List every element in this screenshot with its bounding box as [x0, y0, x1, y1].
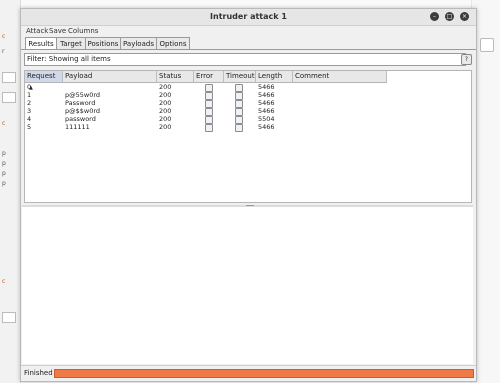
- background-mark: p: [2, 160, 6, 167]
- window-title: Intruder attack 1: [210, 12, 287, 21]
- payload-cell: [63, 83, 157, 91]
- length-cell: 5504: [258, 115, 275, 123]
- menu-bar: Attack Save Columns: [21, 26, 476, 36]
- length-cell: 5466: [258, 91, 275, 99]
- results-panel: Filter: Showing all items ? Request ▲ Pa…: [22, 50, 473, 205]
- comment-cell: [293, 83, 387, 91]
- menu-save[interactable]: Save: [49, 27, 66, 35]
- table-row[interactable]: 4 password 200 5504: [25, 115, 387, 124]
- column-header-timeout[interactable]: Timeout: [224, 71, 256, 82]
- column-header-comment[interactable]: Comment: [293, 71, 387, 82]
- background-button: [480, 38, 494, 52]
- request-response-pane: [22, 207, 473, 364]
- status-cell: 200: [159, 99, 172, 107]
- progress-fill: [55, 370, 473, 377]
- payload-cell: 111111: [65, 123, 90, 131]
- close-icon[interactable]: ×: [460, 12, 469, 21]
- length-cell: 5466: [258, 99, 275, 107]
- status-text: Finished: [24, 369, 53, 377]
- column-header-payload[interactable]: Payload: [63, 71, 157, 82]
- maximize-icon[interactable]: □: [445, 12, 454, 21]
- payload-cell: p@55w0rd: [65, 91, 101, 99]
- background-mark: p: [2, 170, 6, 177]
- background-mark: c: [2, 278, 6, 285]
- request-cell: 0: [27, 83, 32, 91]
- payload-cell: Password: [65, 99, 96, 107]
- payload-cell: password: [65, 115, 96, 123]
- table-row[interactable]: 5 111111 200 5466: [25, 123, 387, 132]
- background-mark: r: [2, 48, 5, 55]
- results-table: Request ▲ Payload Status Error Timeout L…: [24, 70, 472, 203]
- column-header-label: Request: [27, 72, 56, 80]
- background-box: [2, 312, 16, 323]
- status-bar: Finished: [21, 365, 476, 380]
- request-cell: 5: [27, 123, 32, 131]
- title-bar[interactable]: Intruder attack 1 – □ ×: [21, 9, 476, 26]
- progress-bar: [54, 369, 474, 378]
- length-cell: 5466: [258, 83, 275, 91]
- background-mark: p: [2, 150, 6, 157]
- table-row[interactable]: 3 p@$$w0rd 200 5466: [25, 107, 387, 116]
- table-header: Request ▲ Payload Status Error Timeout L…: [25, 71, 387, 91]
- help-icon[interactable]: ?: [461, 54, 472, 65]
- background-box: [2, 72, 16, 83]
- menu-attack[interactable]: Attack: [26, 27, 48, 35]
- comment-cell: [293, 123, 387, 131]
- request-cell: 4: [27, 115, 32, 123]
- background-mark: c: [2, 33, 6, 40]
- background-mark: c: [2, 120, 6, 127]
- timeout-checkbox: [235, 124, 243, 132]
- status-cell: 200: [159, 115, 172, 123]
- request-cell: 2: [27, 99, 32, 107]
- length-cell: 5466: [258, 107, 275, 115]
- filter-bar[interactable]: Filter: Showing all items: [24, 53, 466, 66]
- background-mark: p: [2, 180, 6, 187]
- background-left-panel: c r c p p p p c: [0, 0, 21, 383]
- request-cell: 3: [27, 107, 32, 115]
- status-cell: 200: [159, 91, 172, 99]
- column-header-error[interactable]: Error: [194, 71, 224, 82]
- table-row[interactable]: 2 Password 200 5466: [25, 99, 387, 108]
- table-row[interactable]: 0 200 5466: [25, 83, 387, 92]
- comment-cell: [293, 91, 387, 99]
- error-checkbox: [205, 124, 213, 132]
- column-header-status[interactable]: Status: [157, 71, 194, 82]
- column-header-request[interactable]: Request ▲: [25, 71, 63, 91]
- table-row[interactable]: 1 p@55w0rd 200 5466: [25, 91, 387, 100]
- minimize-icon[interactable]: –: [430, 12, 439, 21]
- comment-cell: [293, 99, 387, 107]
- splitter-grip-icon[interactable]: [246, 205, 254, 206]
- payload-cell: p@$$w0rd: [65, 107, 101, 115]
- comment-cell: [293, 107, 387, 115]
- background-box: [2, 92, 16, 103]
- menu-columns[interactable]: Columns: [68, 27, 98, 35]
- request-cell: 1: [27, 91, 32, 99]
- status-cell: 200: [159, 83, 172, 91]
- column-header-length[interactable]: Length: [256, 71, 293, 82]
- status-cell: 200: [159, 123, 172, 131]
- comment-cell: [293, 115, 387, 123]
- status-cell: 200: [159, 107, 172, 115]
- intruder-attack-window: Intruder attack 1 – □ × Attack Save Colu…: [20, 8, 477, 382]
- length-cell: 5466: [258, 123, 275, 131]
